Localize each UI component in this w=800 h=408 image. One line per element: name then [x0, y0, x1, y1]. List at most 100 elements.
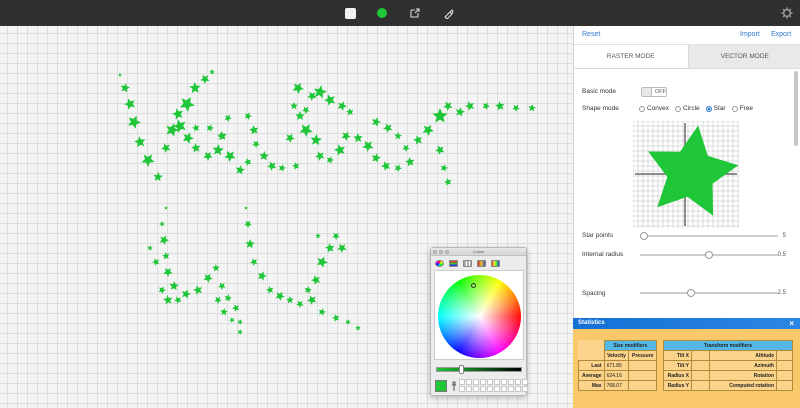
star-points-slider[interactable]	[640, 232, 778, 240]
brush-star	[152, 258, 160, 266]
zoom-dot-icon[interactable]	[445, 250, 449, 254]
brush-star	[313, 85, 327, 99]
brush-star	[192, 124, 200, 132]
brush-star	[296, 300, 304, 308]
close-icon[interactable]: ×	[789, 318, 794, 329]
color-swatch[interactable]	[494, 379, 500, 385]
color-swatch[interactable]	[487, 379, 493, 385]
panel-header: Reset Import Export	[574, 26, 800, 45]
crayons-tab-icon[interactable]	[491, 259, 500, 267]
color-wheel-cursor[interactable]	[471, 283, 476, 288]
color-swatch[interactable]	[522, 386, 528, 392]
brush-star	[158, 286, 166, 294]
statistics-header: Statistics ×	[573, 318, 800, 329]
green-color-icon[interactable]	[375, 6, 389, 20]
color-swatches-grid[interactable]	[459, 379, 528, 393]
color-swatch[interactable]	[494, 386, 500, 392]
brush-star	[432, 108, 448, 123]
eyedropper-icon[interactable]	[450, 380, 458, 392]
color-wheel[interactable]	[438, 275, 521, 358]
table-row: Last 671.85	[578, 360, 657, 371]
color-swatch[interactable]	[515, 379, 521, 385]
drawing-canvas[interactable]: Colors	[0, 26, 573, 408]
color-swatch[interactable]	[522, 379, 528, 385]
color-picker-window[interactable]: Colors	[430, 247, 528, 396]
brush-star	[355, 325, 361, 331]
spacing-slider-thumb[interactable]	[686, 289, 695, 297]
radio-star[interactable]: Star	[705, 105, 726, 112]
radio-convex[interactable]: Convex	[639, 105, 669, 112]
export-button[interactable]: Export	[771, 31, 791, 38]
brush-star	[218, 282, 226, 290]
color-swatch[interactable]	[508, 379, 514, 385]
basic-mode-toggle[interactable]: OFF	[641, 87, 667, 97]
star-points-label: Star points	[582, 232, 614, 239]
color-swatch[interactable]	[480, 386, 486, 392]
current-color-swatch[interactable]	[435, 380, 447, 392]
color-swatch[interactable]	[459, 379, 465, 385]
spacing-slider[interactable]	[640, 289, 778, 297]
internal-radius-value: 0.5	[777, 252, 786, 258]
color-swatch[interactable]	[487, 386, 493, 392]
radio-circle[interactable]: Circle	[675, 105, 700, 112]
color-sliders-tab-icon[interactable]	[449, 259, 458, 267]
color-swatch[interactable]	[480, 379, 486, 385]
table-row: Max 768.07	[578, 380, 657, 391]
color-swatch[interactable]	[501, 386, 507, 392]
color-palette-tab-icon[interactable]	[463, 259, 472, 267]
color-swatch[interactable]	[459, 386, 465, 392]
color-wheel-tab-icon[interactable]	[435, 259, 444, 267]
star-points-slider-thumb[interactable]	[640, 232, 648, 240]
minimize-dot-icon[interactable]	[439, 250, 443, 254]
import-button[interactable]: Import	[740, 31, 760, 38]
brush-star	[332, 232, 340, 240]
brush-star	[203, 151, 213, 161]
brush-star	[257, 271, 267, 281]
white-square-icon[interactable]	[343, 6, 357, 20]
star-points-value: 5	[782, 233, 786, 239]
reset-button[interactable]: Reset	[582, 31, 600, 38]
brush-star	[214, 296, 222, 304]
shape-preview[interactable]	[633, 121, 739, 228]
internal-radius-slider-thumb[interactable]	[705, 251, 713, 259]
color-swatch[interactable]	[501, 379, 507, 385]
table-row: Radius X Rotation	[663, 370, 793, 381]
color-swatch[interactable]	[466, 386, 472, 392]
tab-raster-mode[interactable]: RASTER MODE	[574, 45, 688, 69]
brush-star	[286, 296, 294, 304]
close-dot-icon[interactable]	[433, 250, 437, 254]
internal-radius-slider[interactable]	[640, 251, 778, 259]
transform-modifiers-caption: Transform modifiers	[663, 340, 793, 351]
brush-star	[161, 143, 171, 153]
brush-star	[159, 221, 165, 227]
table-row: Tilt Y Azimuth	[663, 360, 793, 371]
brush-star	[169, 281, 179, 291]
brightness-slider[interactable]	[436, 365, 522, 374]
export-icon[interactable]	[408, 6, 422, 20]
color-swatch[interactable]	[508, 386, 514, 392]
panel-scrollbar[interactable]	[794, 71, 798, 146]
gear-icon[interactable]	[780, 6, 794, 20]
size-modifiers-table: Size modifiers Velocity Pressure Last 671.…	[578, 340, 658, 391]
brush-star	[353, 133, 363, 143]
radio-free[interactable]: Free	[731, 105, 753, 112]
brush-star	[325, 243, 335, 253]
color-swatch[interactable]	[473, 379, 479, 385]
brush-star	[224, 114, 232, 122]
brush-star	[316, 256, 328, 268]
brush-star	[315, 233, 321, 239]
image-palette-tab-icon[interactable]	[477, 259, 486, 267]
brush-star	[440, 164, 448, 172]
brush-star	[249, 125, 259, 135]
table-row: Radius Y Computed rotation	[663, 380, 793, 391]
tab-vector-mode[interactable]: VECTOR MODE	[687, 45, 800, 69]
color-swatch[interactable]	[466, 379, 472, 385]
color-swatch[interactable]	[515, 386, 521, 392]
color-swatch[interactable]	[473, 386, 479, 392]
brush-star	[163, 267, 173, 277]
velocity-header: Velocity	[603, 350, 630, 361]
brightness-slider-thumb[interactable]	[459, 365, 464, 374]
brush-star	[292, 162, 300, 170]
brush-icon[interactable]	[441, 6, 455, 20]
brush-star	[362, 140, 374, 152]
